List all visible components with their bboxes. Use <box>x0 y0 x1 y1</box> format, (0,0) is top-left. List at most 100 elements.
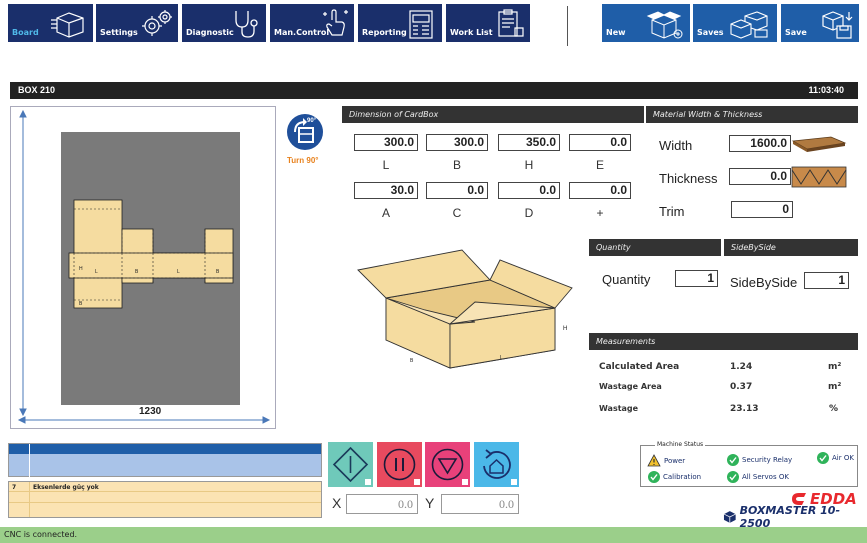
nav-board-label: Board <box>12 28 39 37</box>
clipboard-icon <box>498 9 524 37</box>
status-security-relay: Security Relay <box>727 454 792 466</box>
layout-label-h: H <box>79 266 83 272</box>
nav-worklist-button[interactable]: Work List <box>446 4 530 42</box>
alarm-list[interactable] <box>8 443 322 477</box>
nav-settings-button[interactable]: Settings <box>96 4 178 42</box>
corrugated-flat-icon <box>791 136 847 152</box>
status-power: Power <box>647 454 685 467</box>
sidebyside-input[interactable]: 1 <box>804 272 849 289</box>
dim-a-input[interactable]: 30.0 <box>354 182 418 199</box>
layout-label-l1: L <box>95 269 98 275</box>
rotate-icon <box>287 114 323 150</box>
corrugated-flute-icon <box>791 166 847 188</box>
box-label-h: H <box>563 326 568 332</box>
box-3d-illustration <box>357 249 573 369</box>
nav-reporting-button[interactable]: Reporting <box>358 4 442 42</box>
sidebyside-label: SideBySide <box>730 275 798 290</box>
stop-button[interactable] <box>425 442 470 487</box>
dim-b-label: B <box>452 158 461 172</box>
width-label: Width <box>659 138 693 153</box>
quantity-input[interactable]: 1 <box>675 270 718 287</box>
status-calibration: Calibration <box>648 471 701 483</box>
nav-board-button[interactable]: Board <box>8 4 93 42</box>
dim-c-input[interactable]: 0.0 <box>426 182 488 199</box>
dimension-header: Dimension of CardBox <box>342 106 644 123</box>
dim-b-input[interactable]: 300.0 <box>426 134 488 151</box>
start-button[interactable] <box>328 442 373 487</box>
dim-d-input[interactable]: 0.0 <box>498 182 560 199</box>
dim-e-label: E <box>595 158 604 172</box>
thickness-input[interactable]: 0.0 <box>729 168 791 185</box>
turn-90-label: Turn 90° <box>287 156 319 165</box>
wastage-area-value: 0.37 <box>730 382 753 392</box>
nav-settings-label: Settings <box>100 28 138 37</box>
dim-d-label: D <box>524 206 534 220</box>
gears-icon <box>142 10 172 36</box>
measurements-header: Measurements <box>589 333 858 350</box>
nav-mancontrol-button[interactable]: Man.Control <box>270 4 354 42</box>
machine-status-panel: Machine Status Power Security Relay Air … <box>640 441 858 487</box>
message-row[interactable]: 7 Eksenlerde güç yok <box>9 482 321 492</box>
x-label: X <box>332 495 342 511</box>
nav-new-button[interactable]: New <box>602 4 690 42</box>
message-list[interactable]: 7 Eksenlerde güç yok <box>8 481 322 518</box>
y-coordinate: 0.0 <box>441 494 519 514</box>
wastage-value: 23.13 <box>730 404 759 414</box>
layout-diagram <box>17 109 271 424</box>
home-button[interactable] <box>474 442 519 487</box>
trim-input[interactable]: 0 <box>731 201 793 218</box>
wastage-area-unit: m² <box>828 382 842 392</box>
nav-worklist-label: Work List <box>450 28 493 37</box>
stethoscope-icon <box>235 11 258 38</box>
status-all-servos: All Servos OK <box>727 471 789 483</box>
y-label: Y <box>425 495 435 511</box>
dim-h-label: H <box>524 158 534 172</box>
status-bar: CNC is connected. <box>0 527 867 543</box>
calc-area-unit: m² <box>828 362 842 372</box>
sidebyside-header: SideBySide <box>724 239 858 256</box>
check-icon <box>727 454 739 466</box>
message-divider <box>29 482 30 517</box>
clock: 11:03:40 <box>808 85 844 95</box>
dim-e-input[interactable]: 0.0 <box>569 134 631 151</box>
warning-icon <box>647 454 661 467</box>
thickness-label: Thickness <box>659 171 718 186</box>
message-code: 7 <box>12 484 17 491</box>
saves-icon <box>730 11 768 39</box>
width-input[interactable]: 1600.0 <box>729 135 791 152</box>
turn-badge: 90° <box>307 118 317 124</box>
nav-saves-button[interactable]: Saves <box>693 4 777 42</box>
machine-status-title: Machine Status <box>655 441 706 448</box>
nav-save-button[interactable]: Save <box>781 4 859 42</box>
calc-area-label: Calculated Area <box>599 362 680 372</box>
nav-reporting-label: Reporting <box>362 28 407 37</box>
nav-diagnostic-label: Diagnostic <box>186 28 234 37</box>
dim-plus-input[interactable]: 0.0 <box>569 182 631 199</box>
alarm-list-header <box>9 444 321 454</box>
layout-label-l2: L <box>177 269 180 275</box>
nav-diagnostic-button[interactable]: Diagnostic <box>182 4 266 42</box>
quantity-header: Quantity <box>589 239 721 256</box>
dim-h-input[interactable]: 350.0 <box>498 134 560 151</box>
material-header: Material Width & Thickness <box>646 106 858 123</box>
nav-save-label: Save <box>785 28 807 37</box>
check-icon <box>727 471 739 483</box>
status-air-ok: Air OK <box>817 452 854 464</box>
dim-l-label: L <box>382 158 390 172</box>
save-icon <box>822 11 853 39</box>
nav-saves-label: Saves <box>697 28 724 37</box>
dim-l-input[interactable]: 300.0 <box>354 134 418 151</box>
product-name: BOXMASTER 10-2500 <box>723 504 867 530</box>
layout-label-b3: B <box>79 301 83 307</box>
dim-a-label: A <box>381 206 390 220</box>
layout-label-b2: B <box>216 269 220 275</box>
layout-label-b1: B <box>135 269 139 275</box>
message-text: Eksenlerde güç yok <box>33 484 99 491</box>
alarm-list-row <box>29 444 30 477</box>
turn-90-button[interactable]: 90° Turn 90° <box>285 112 325 168</box>
status-bar-text: CNC is connected. <box>4 530 78 539</box>
dim-c-label: C <box>452 206 462 220</box>
pause-button[interactable] <box>377 442 422 487</box>
trim-label: Trim <box>659 204 685 219</box>
nav-separator <box>567 6 568 46</box>
